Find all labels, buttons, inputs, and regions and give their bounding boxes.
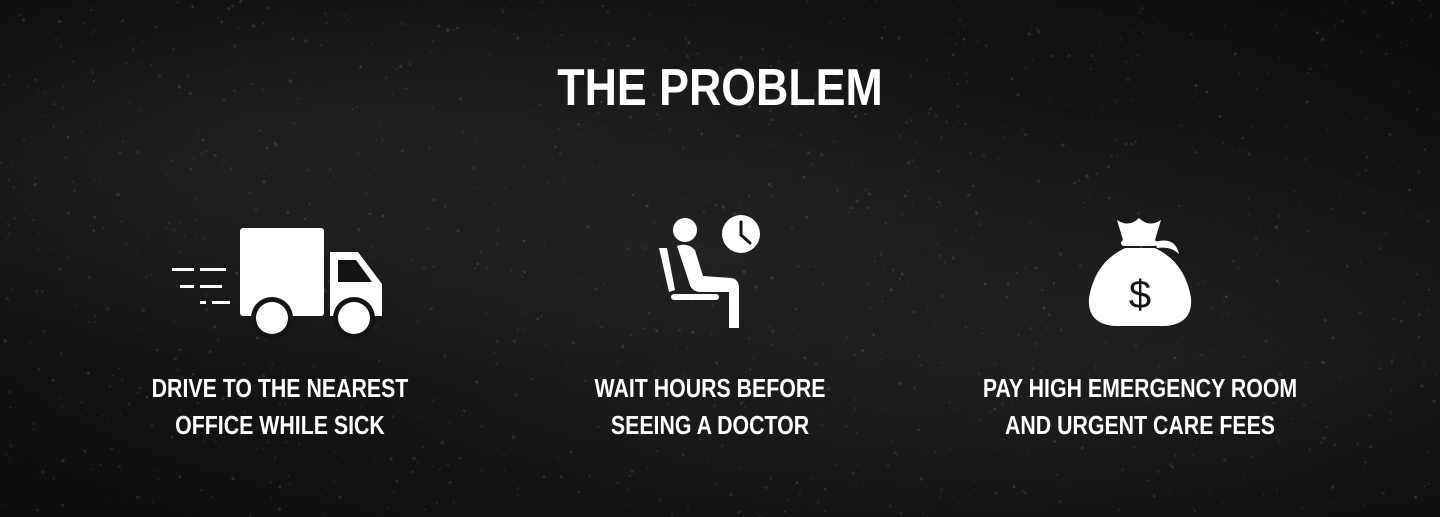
section-title: THE PROBLEM [557,59,883,117]
money-bag-icon: $ [1088,218,1192,326]
waiting-room-clock-icon [659,215,760,328]
problem-item-wait: WAIT HOURS BEFORE SEEING A DOCTOR [510,210,910,444]
problem-line-1: WAIT HOURS BEFORE [594,373,826,403]
svg-text:$: $ [1129,273,1151,317]
problem-line-1: PAY HIGH EMERGENCY ROOM [982,373,1298,403]
problem-item-fees: $ PAY HIGH EMERGENCY ROOM AND URGENT CAR… [940,210,1340,444]
problem-line-2: OFFICE WHILE SICK [175,410,385,440]
problem-line-1: DRIVE TO THE NEAREST [151,373,409,403]
problem-item-drive: DRIVE TO THE NEAREST OFFICE WHILE SICK [80,210,480,444]
problem-line-2: AND URGENT CARE FEES [1004,410,1276,440]
delivery-truck-icon [172,228,382,339]
problem-line-2: SEEING A DOCTOR [610,410,810,440]
problem-section: THE PROBLEM DRIVE TO THE NEAREST OFFICE … [0,0,1440,517]
